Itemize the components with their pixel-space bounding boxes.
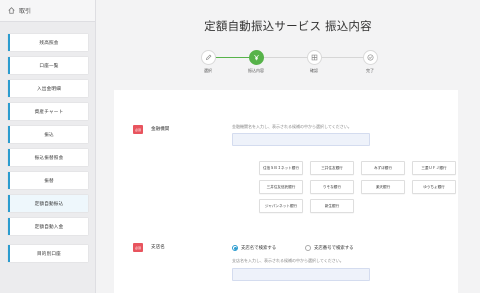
radio-search-by-name[interactable]: 支店名で検索する	[232, 245, 276, 251]
bank-option[interactable]: 住信ＳＢＩネット銀行	[259, 161, 303, 175]
branch-label: 支店名	[151, 245, 165, 250]
form-card: 必須 金融機関 金融機関名を入力し、表示される候補の中から選択してください。 住…	[114, 90, 458, 293]
bank-option[interactable]: 三井住友銀行	[310, 161, 354, 175]
step-label: 確認	[310, 68, 318, 73]
bank-option[interactable]: 三井住友信託銀行	[259, 180, 303, 194]
radio-label: 支店番号で検索する	[314, 246, 354, 251]
sidebar-item-furikae[interactable]: 振替	[8, 172, 88, 189]
required-badge: 必須	[133, 125, 143, 134]
sidebar-header-label: 取引	[19, 8, 32, 15]
sidebar-item-accounts[interactable]: 口座一覧	[8, 57, 88, 74]
bank-hint: 金融機関名を入力し、表示される候補の中から選択してください。	[232, 124, 352, 129]
bank-option[interactable]: 新生銀行	[310, 199, 354, 213]
sidebar-item-balance[interactable]: 残高照会	[8, 34, 88, 51]
sidebar: 取引 残高照会 口座一覧 入出金明細 資産チャート 振込 振込振替照会 振替 定…	[0, 0, 96, 293]
sidebar-header: 取引	[0, 0, 95, 22]
step-complete: 完了	[355, 50, 385, 74]
bank-option[interactable]: ゆうちょ銀行	[412, 180, 456, 194]
bank-option[interactable]: 楽天銀行	[361, 180, 405, 194]
required-badge: 必須	[133, 243, 143, 252]
radio-label: 支店名で検索する	[241, 246, 277, 251]
bank-option[interactable]: りそな銀行	[310, 180, 354, 194]
home-icon	[8, 7, 15, 14]
step-confirm: 確認	[299, 50, 329, 74]
step-label: 選択	[204, 68, 212, 73]
bank-option[interactable]: みずほ銀行	[361, 161, 405, 175]
sidebar-item-auto-deposit[interactable]: 定額自動入金	[8, 218, 88, 235]
bank-search-input[interactable]	[232, 133, 370, 146]
radio-dot	[232, 245, 238, 251]
sidebar-item-transfer-inquiry[interactable]: 振込振替照会	[8, 149, 88, 166]
yen-icon	[248, 50, 264, 65]
bank-label: 金融機関	[151, 127, 170, 132]
sidebar-item-transfer[interactable]: 振込	[8, 126, 88, 143]
sidebar-item-purpose-account[interactable]: 目的別口座	[8, 245, 88, 262]
progress-stepper: 選択 振込内容 確認 完了	[96, 46, 480, 80]
step-label: 振込内容	[248, 68, 264, 73]
pencil-icon	[200, 50, 216, 65]
step-transfer-content: 振込内容	[241, 50, 271, 74]
radio-dot	[305, 245, 311, 251]
branch-search-input[interactable]	[232, 268, 370, 281]
check-icon	[362, 50, 378, 65]
grid-icon	[306, 50, 322, 65]
step-select: 選択	[193, 50, 223, 74]
main-content: 定額自動振込サービス 振込内容 選択 振込内容 確認 完了 必須 金融機関 金融…	[96, 0, 480, 293]
branch-hint: 支店名を入力し、表示される候補の中から選択してください。	[232, 258, 344, 263]
sidebar-item-asset-chart[interactable]: 資産チャート	[8, 103, 88, 120]
radio-search-by-number[interactable]: 支店番号で検索する	[305, 245, 354, 251]
sidebar-item-statement[interactable]: 入出金明細	[8, 80, 88, 97]
sidebar-item-auto-transfer[interactable]: 定額自動振込	[8, 195, 88, 212]
page-title: 定額自動振込サービス 振込内容	[204, 19, 372, 33]
step-label: 完了	[366, 68, 374, 73]
bank-option[interactable]: 三菱ＵＦＪ銀行	[412, 161, 456, 175]
bank-option[interactable]: ジャパンネット銀行	[259, 199, 303, 213]
